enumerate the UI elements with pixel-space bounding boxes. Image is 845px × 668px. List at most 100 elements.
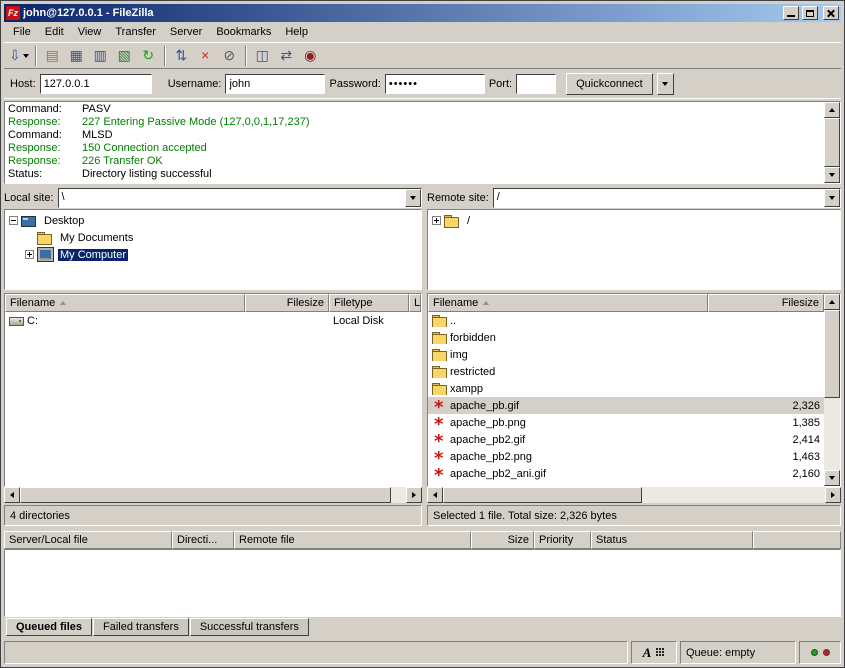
local-tree-item[interactable]: My Computer	[5, 246, 421, 263]
maximize-button[interactable]	[802, 6, 818, 20]
connect-button[interactable]: ⇩	[7, 45, 31, 67]
menu-server[interactable]: Server	[163, 24, 209, 40]
column-label: Remote file	[239, 534, 295, 546]
remote-column-filesize[interactable]: Filesize	[708, 294, 824, 312]
filezilla-window: Fz john@127.0.0.1 - FileZilla FileEditVi…	[0, 0, 845, 668]
port-input[interactable]	[516, 74, 556, 94]
expand-icon[interactable]	[432, 216, 441, 225]
scroll-right-button[interactable]	[406, 487, 422, 503]
local-column-filetype[interactable]: Filetype	[329, 294, 409, 312]
scroll-up-button[interactable]	[824, 102, 840, 118]
directory-comparison-button[interactable]: ◫	[251, 45, 274, 67]
scrollbar-track[interactable]	[824, 118, 840, 167]
menu-help[interactable]: Help	[278, 24, 315, 40]
scroll-down-button[interactable]	[824, 167, 840, 183]
file-cell: 1,463	[708, 451, 824, 463]
queue-column-status[interactable]: Status	[591, 531, 753, 549]
remote-file-row[interactable]: apache_pb2.gif2,414	[428, 431, 824, 448]
remote-site-dropdown-button[interactable]	[824, 189, 840, 207]
collapse-icon[interactable]	[9, 216, 18, 225]
remote-list-body[interactable]: ..forbiddenimgrestrictedxamppapache_pb.g…	[428, 312, 824, 486]
close-button[interactable]	[823, 6, 839, 20]
scrollbar-thumb[interactable]	[824, 118, 840, 167]
tab-successful-transfers[interactable]: Successful transfers	[190, 618, 309, 636]
refresh-button[interactable]: ↻	[137, 45, 160, 67]
scroll-left-button[interactable]	[4, 487, 20, 503]
expand-icon[interactable]	[25, 250, 34, 259]
transfer-queue-list[interactable]	[4, 549, 841, 617]
remote-tree-item[interactable]: /	[428, 212, 840, 229]
scrollbar-track[interactable]	[443, 487, 825, 503]
host-input[interactable]	[40, 74, 152, 94]
local-file-row[interactable]: C:Local Disk	[5, 312, 421, 329]
menu-bar: FileEditViewTransferServerBookmarksHelp	[4, 22, 841, 42]
remote-file-row[interactable]: xampp	[428, 380, 824, 397]
scroll-right-button[interactable]	[825, 487, 841, 503]
toggle-local-tree-button[interactable]: ▦	[65, 45, 88, 67]
process-queue-button[interactable]: ⇅	[170, 45, 193, 67]
local-tree-item[interactable]: Desktop	[5, 212, 421, 229]
menu-view[interactable]: View	[71, 24, 109, 40]
remote-file-row[interactable]: apache_pb.png1,385	[428, 414, 824, 431]
minimize-button[interactable]	[783, 6, 799, 20]
queue-column-size[interactable]: Size	[471, 531, 534, 549]
username-input[interactable]	[225, 74, 325, 94]
scrollbar-thumb[interactable]	[443, 487, 642, 503]
app-icon[interactable]: Fz	[6, 6, 20, 20]
local-column-l[interactable]: L	[409, 294, 421, 312]
local-column-filename[interactable]: Filename	[5, 294, 245, 312]
scroll-up-button[interactable]	[824, 294, 840, 310]
local-site-dropdown-button[interactable]	[405, 189, 421, 207]
local-tree-item[interactable]: My Documents	[5, 229, 421, 246]
local-directory-tree[interactable]: DesktopMy DocumentsMy Computer	[4, 209, 422, 290]
synchronized-browsing-button[interactable]: ⇄	[275, 45, 298, 67]
cancel-button[interactable]: ×	[194, 45, 217, 67]
scroll-left-button[interactable]	[427, 487, 443, 503]
menu-transfer[interactable]: Transfer	[108, 24, 163, 40]
remote-hscrollbar[interactable]	[427, 487, 841, 503]
quickconnect-button[interactable]: Quickconnect	[566, 73, 653, 95]
remote-file-row[interactable]: apache_pb2_ani.gif2,160	[428, 465, 824, 482]
transfer-type-indicator: A	[643, 646, 652, 659]
menu-edit[interactable]: Edit	[38, 24, 71, 40]
folder-open-icon	[444, 214, 459, 227]
quickconnect-dropdown-button[interactable]	[657, 73, 674, 95]
filename-search-button[interactable]: ◉	[299, 45, 322, 67]
remote-file-row[interactable]: restricted	[428, 363, 824, 380]
scrollbar-track[interactable]	[824, 310, 840, 470]
tab-failed-transfers[interactable]: Failed transfers	[93, 618, 189, 636]
message-log: Command:PASVResponse:227 Entering Passiv…	[4, 101, 841, 184]
remote-file-row[interactable]: forbidden	[428, 329, 824, 346]
scroll-down-button[interactable]	[824, 470, 840, 486]
queue-column-directi[interactable]: Directi...	[172, 531, 234, 549]
remote-file-row[interactable]: ..	[428, 312, 824, 329]
scrollbar-thumb[interactable]	[20, 487, 391, 503]
scrollbar-thumb[interactable]	[824, 310, 840, 398]
menu-file[interactable]: File	[6, 24, 38, 40]
log-vscrollbar[interactable]	[824, 102, 840, 183]
remote-site-combo[interactable]: /	[493, 188, 841, 208]
queue-column-serverlocalfile[interactable]: Server/Local file	[4, 531, 172, 549]
remote-pane: Remote site: / / FilenameFilesize ..forb…	[427, 187, 841, 526]
remote-file-row[interactable]: apache_pb2.png1,463	[428, 448, 824, 465]
toggle-queue-button[interactable]: ▧	[113, 45, 136, 67]
toggle-remote-tree-button[interactable]: ▥	[89, 45, 112, 67]
queue-column-remotefile[interactable]: Remote file	[234, 531, 471, 549]
queue-column-priority[interactable]: Priority	[534, 531, 591, 549]
disconnect-button[interactable]: ⊘	[218, 45, 241, 67]
scrollbar-track[interactable]	[20, 487, 406, 503]
file-cell: 2,414	[708, 434, 824, 446]
remote-file-row[interactable]: img	[428, 346, 824, 363]
menu-bookmarks[interactable]: Bookmarks	[209, 24, 278, 40]
remote-column-filename[interactable]: Filename	[428, 294, 708, 312]
remote-vscrollbar[interactable]	[824, 294, 840, 486]
local-list-body[interactable]: C:Local Disk	[5, 312, 421, 486]
local-column-filesize[interactable]: Filesize	[245, 294, 329, 312]
remote-file-row[interactable]: apache_pb.gif2,326	[428, 397, 824, 414]
password-input[interactable]	[385, 74, 485, 94]
remote-directory-tree[interactable]: /	[427, 209, 841, 290]
tab-queued-files[interactable]: Queued files	[6, 618, 92, 636]
local-hscrollbar[interactable]	[4, 487, 422, 503]
local-site-combo[interactable]: \	[58, 188, 422, 208]
toggle-message-log-button[interactable]: ▤	[41, 45, 64, 67]
